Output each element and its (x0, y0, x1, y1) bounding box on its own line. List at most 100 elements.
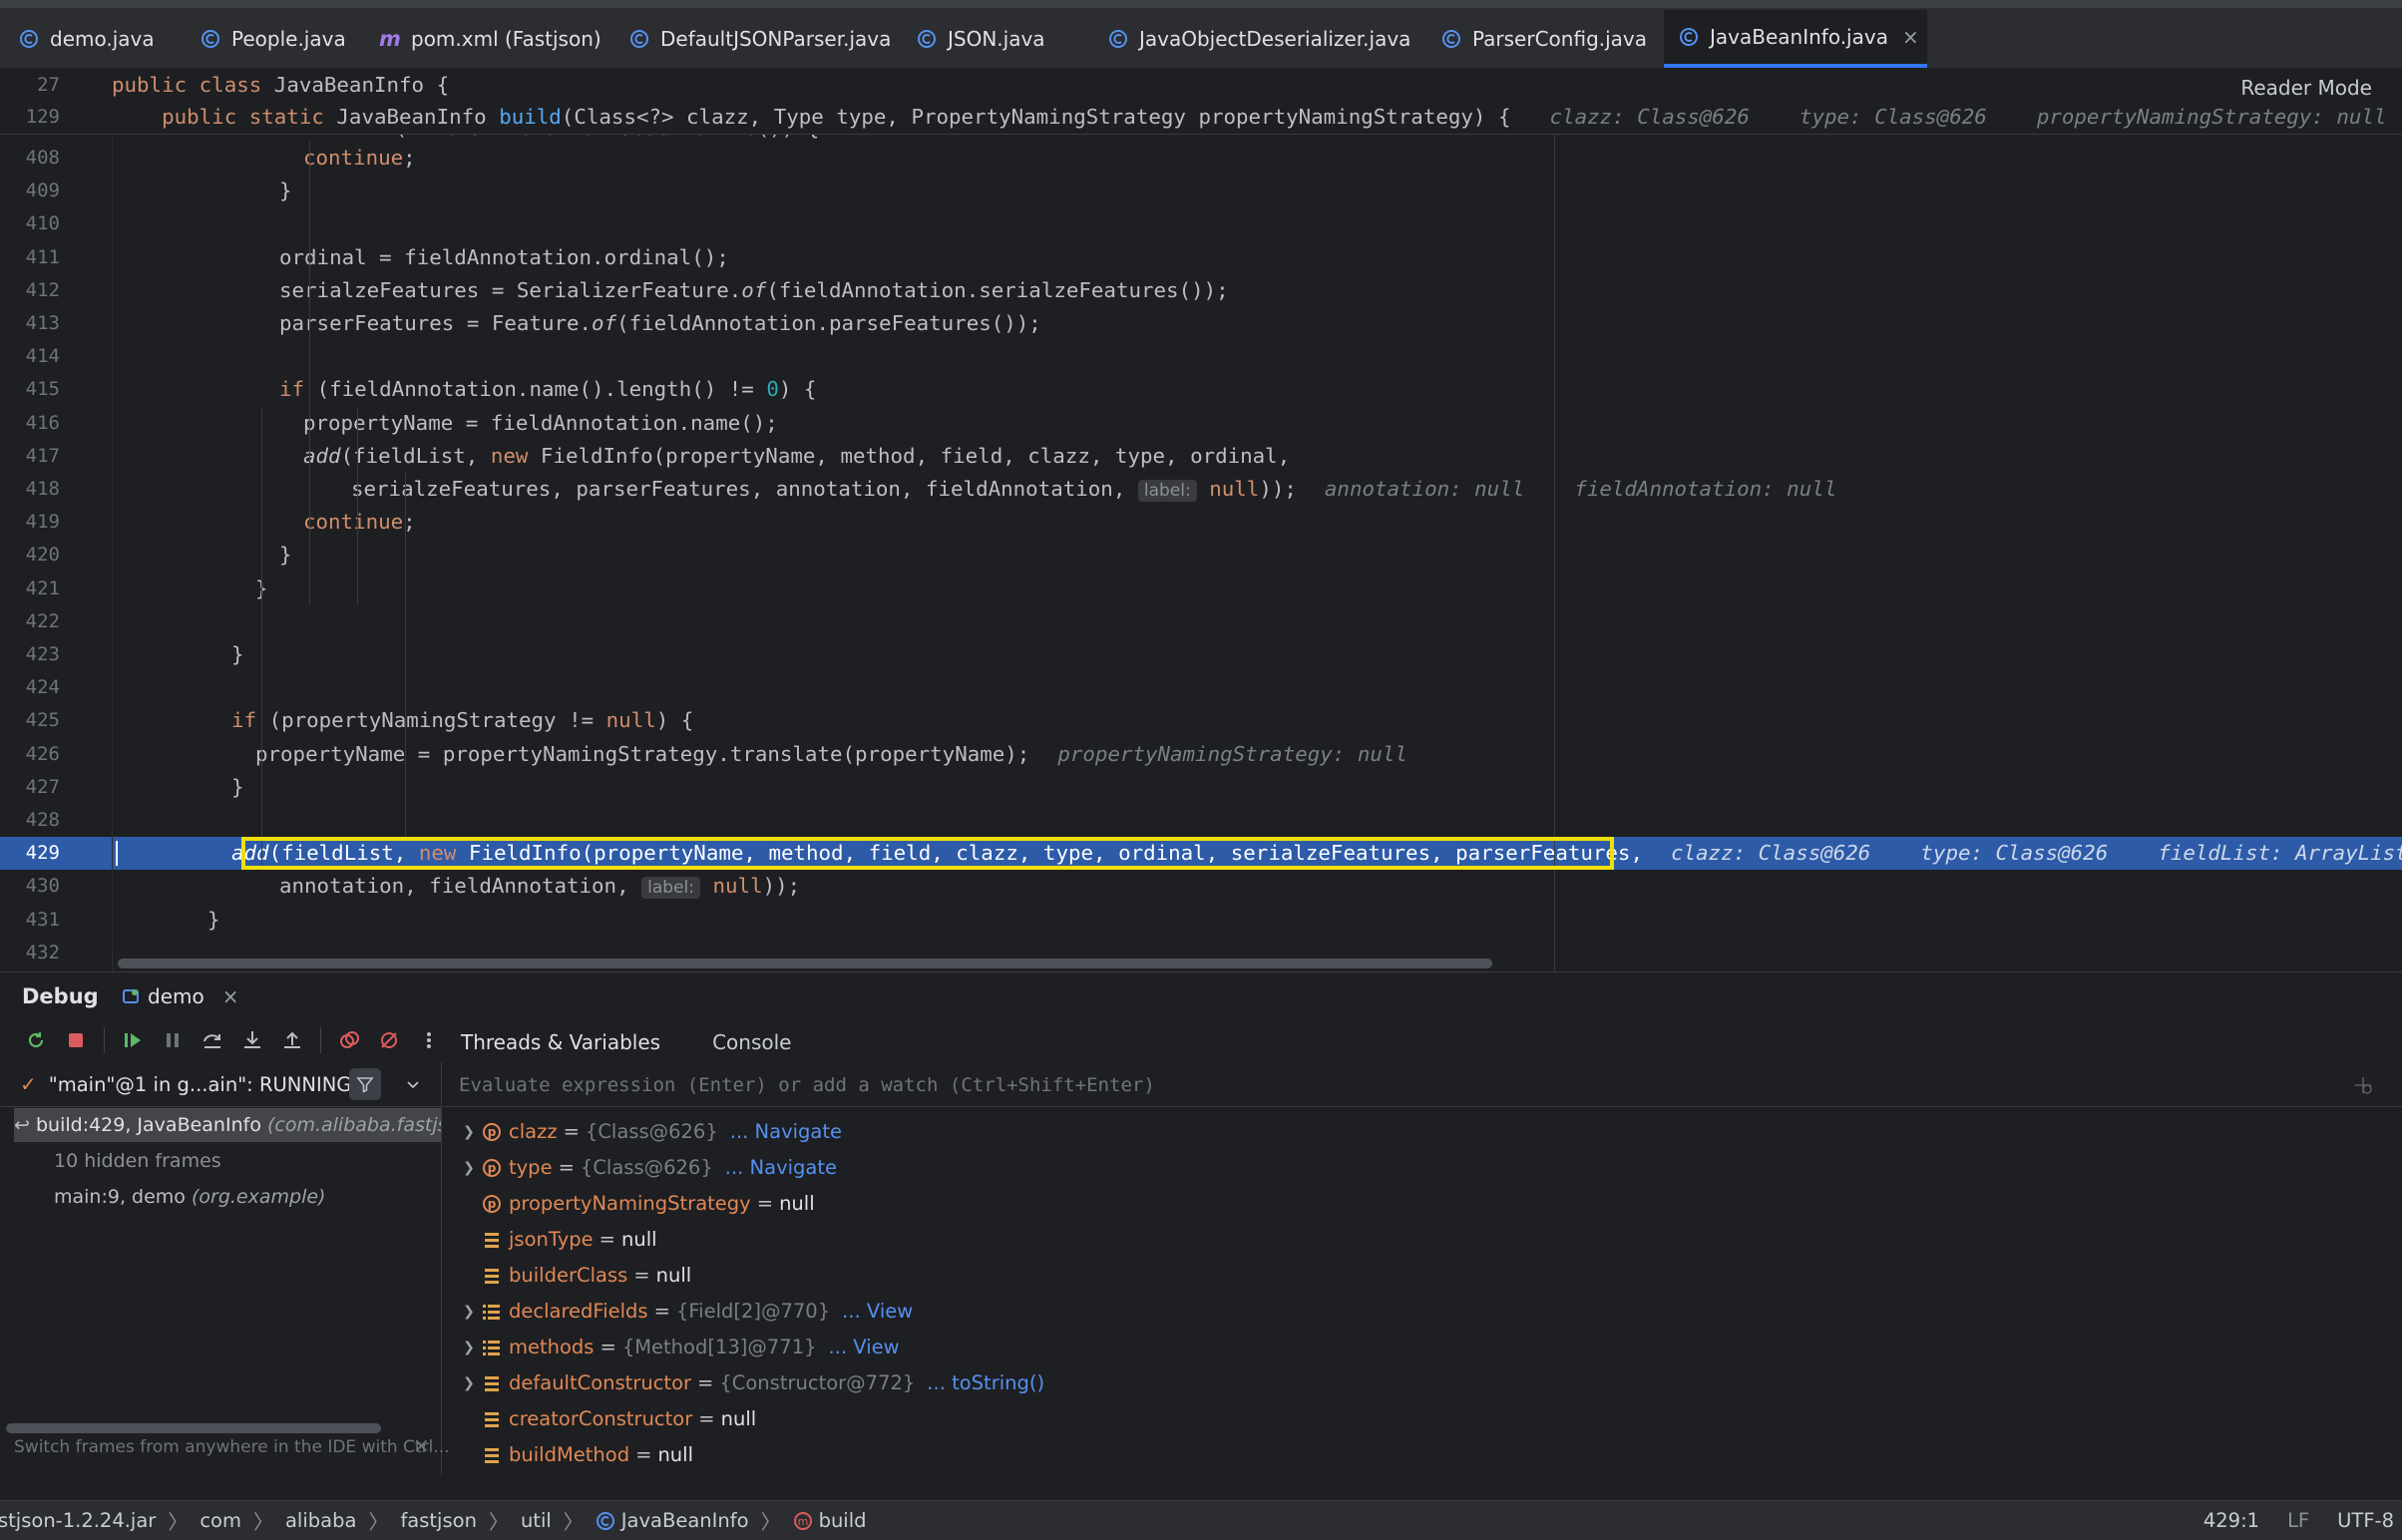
breadcrumb-label: build (818, 1509, 867, 1532)
code-line[interactable]: 413 parserFeatures = Feature.of(fieldAnno… (0, 307, 2402, 340)
breadcrumb-item[interactable]: stjson-1.2.24.jar (0, 1509, 156, 1532)
pause-icon[interactable] (157, 1024, 189, 1056)
code-line[interactable]: 409} (0, 175, 2402, 207)
code-line[interactable]: 419 continue; (0, 506, 2402, 539)
stack-frame[interactable]: 10 hidden frames (14, 1144, 441, 1178)
code-line[interactable]: 410 (0, 207, 2402, 240)
breadcrumb-item[interactable]: util (521, 1509, 552, 1532)
code-line[interactable]: 424 (0, 671, 2402, 704)
variable-action-link[interactable]: ... toString() (927, 1365, 1044, 1401)
breadcrumb-item[interactable]: JavaBeanInfo (596, 1509, 749, 1532)
tab-threads-variables[interactable]: Threads & Variables (445, 1022, 676, 1062)
editor-tab[interactable]: demo.java (18, 10, 155, 68)
frames-horizontal-scrollbar[interactable] (6, 1423, 381, 1433)
view-breakpoints-icon[interactable] (333, 1024, 365, 1056)
variable-row[interactable]: p propertyNamingStrategy = null (457, 1186, 815, 1222)
reader-mode-button[interactable]: Reader Mode (2240, 76, 2372, 100)
line-number: 413 (25, 312, 60, 334)
sticky-line[interactable]: 129 public static JavaBeanInfo build(Cla… (0, 102, 2402, 132)
step-over-icon[interactable] (197, 1024, 228, 1056)
tab-console[interactable]: Console (712, 1030, 791, 1054)
more-options-icon[interactable] (413, 1024, 445, 1056)
editor-tab[interactable]: JavaObjectDeserializer.java (1107, 10, 1410, 68)
code-line[interactable]: 422 (0, 605, 2402, 638)
file-encoding[interactable]: UTF-8 (2337, 1509, 2394, 1532)
editor-tab[interactable]: JavaBeanInfo.java × (1664, 10, 1927, 68)
caret-position[interactable]: 429:1 (2203, 1509, 2259, 1532)
expand-arrow-icon[interactable]: ❯ (457, 1294, 481, 1330)
code-line[interactable]: 408 continue; (0, 142, 2402, 175)
code-line[interactable]: 425 if (propertyNamingStrategy != null) { (0, 704, 2402, 737)
variable-row[interactable]: ❯ methods = {Method[13]@771} ... View (457, 1330, 900, 1365)
variable-row[interactable]: ❯ p clazz = {Class@626} ... Navigate (457, 1114, 842, 1150)
code-line[interactable]: 412 serialzeFeatures = SerializerFeature.… (0, 274, 2402, 307)
breadcrumb-item[interactable]: fastjson (400, 1509, 477, 1532)
thread-selector[interactable]: ✓ "main"@1 in g...ain": RUNNING (20, 1070, 351, 1098)
expand-arrow-icon[interactable]: ❯ (457, 1365, 481, 1401)
debug-session-label: demo (148, 984, 204, 1008)
code-area[interactable]: if (!fieldAnnotation.deserialize()) {408… (0, 134, 2402, 971)
variable-row[interactable]: ❯ defaultConstructor = {Constructor@772}...… (457, 1365, 1044, 1401)
step-into-icon[interactable] (236, 1024, 268, 1056)
code-line[interactable]: 415 if (fieldAnnotation.name().length() !… (0, 373, 2402, 406)
variable-action-link[interactable]: ... View (842, 1294, 913, 1330)
current-execution-line[interactable]: 429 add(fieldList, new FieldInfo(property… (0, 837, 2402, 871)
rerun-icon[interactable] (20, 1024, 52, 1056)
code-line[interactable]: 426 propertyName = propertyNamingStrategy… (0, 738, 2402, 771)
filter-icon[interactable] (349, 1068, 381, 1100)
code-line[interactable]: 417 add(fieldList, new FieldInfo(property… (0, 440, 2402, 473)
editor-tab[interactable]: People.java (200, 10, 346, 68)
step-out-icon[interactable] (276, 1024, 308, 1056)
expand-arrow-icon[interactable]: ❯ (457, 1150, 481, 1186)
close-icon[interactable]: × (222, 984, 239, 1008)
code-line[interactable]: 411 ordinal = fieldAnnotation.ordinal(); (0, 241, 2402, 274)
selected-frame[interactable]: ↩ build:429, JavaBeanInfo (com.alibaba.f… (14, 1108, 441, 1142)
add-watch-icon[interactable] (2352, 1074, 2374, 1100)
variable-row[interactable]: builderClass = null (457, 1258, 691, 1294)
code-line[interactable]: 416 propertyName = fieldAnnotation.name()… (0, 407, 2402, 440)
code-line[interactable]: 428 (0, 804, 2402, 837)
variable-row[interactable]: ❯ declaredFields = {Field[2]@770} ... View (457, 1294, 913, 1330)
resume-icon[interactable] (117, 1024, 149, 1056)
line-separator[interactable]: LF (2287, 1509, 2309, 1532)
variable-row[interactable]: buildMethod = null (457, 1437, 693, 1473)
code-line[interactable]: 431} (0, 904, 2402, 937)
code-text: } (279, 543, 292, 568)
breadcrumb-item[interactable]: m build (793, 1509, 867, 1532)
variable-action-link[interactable]: ... View (829, 1330, 900, 1365)
code-line[interactable]: 427} (0, 771, 2402, 804)
code-line[interactable]: 430 annotation, fieldAnnotation, label: n… (0, 870, 2402, 903)
editor-tab[interactable]: ParserConfig.java (1440, 10, 1647, 68)
stop-icon[interactable] (60, 1024, 92, 1056)
mute-breakpoints-icon[interactable] (373, 1024, 405, 1056)
variable-name: clazz (509, 1120, 558, 1143)
editor-tab[interactable]: DefaultJSONParser.java (628, 10, 891, 68)
code-editor[interactable]: 27 public class JavaBeanInfo {129 public … (0, 68, 2402, 971)
chevron-down-icon[interactable] (399, 1070, 427, 1098)
variable-row[interactable]: ❯ p type = {Class@626} ... Navigate (457, 1150, 837, 1186)
code-line[interactable]: 420} (0, 539, 2402, 572)
variable-action-link[interactable]: ... Navigate (730, 1114, 842, 1150)
thread-label: "main"@1 in g...ain": RUNNING (48, 1072, 352, 1096)
close-icon[interactable]: × (413, 1433, 430, 1457)
variable-row[interactable]: creatorConstructor = null (457, 1401, 756, 1437)
stack-frame[interactable]: main:9, demo (org.example) (14, 1180, 441, 1214)
breadcrumb-item[interactable]: com (200, 1509, 241, 1532)
code-line[interactable]: 414 (0, 340, 2402, 373)
code-line[interactable]: 418 serialzeFeatures, parserFeatures, ann… (0, 473, 2402, 506)
editor-horizontal-scrollbar[interactable] (118, 959, 1492, 968)
debug-session-tab[interactable]: demo × (122, 980, 238, 1012)
evaluate-expression-input[interactable] (457, 1068, 2336, 1102)
sticky-line[interactable]: 27 public class JavaBeanInfo { (0, 70, 2402, 100)
code-line[interactable]: 423} (0, 638, 2402, 671)
expand-arrow-icon[interactable]: ❯ (457, 1330, 481, 1365)
code-line[interactable]: 421} (0, 573, 2402, 605)
editor-tab[interactable]: m pom.xml (Fastjson) (379, 10, 601, 68)
expand-arrow-icon[interactable]: ❯ (457, 1114, 481, 1150)
editor-tab[interactable]: JSON.java (916, 10, 1045, 68)
breadcrumb-item[interactable]: alibaba (285, 1509, 356, 1532)
variable-action-link[interactable]: ... Navigate (725, 1150, 837, 1186)
variable-row[interactable]: jsonType = null (457, 1222, 657, 1258)
equals-sign: = (653, 1300, 670, 1323)
close-icon[interactable]: × (1902, 25, 1919, 49)
